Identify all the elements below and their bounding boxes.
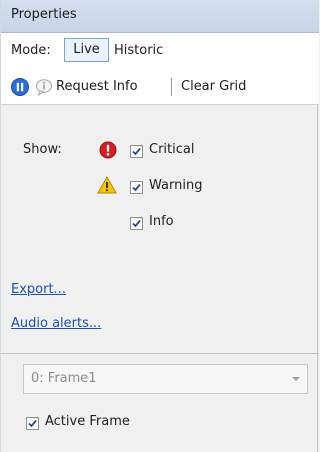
chevron-down-icon[interactable] <box>292 377 300 381</box>
mode-label: Mode: <box>11 43 51 58</box>
audio-alerts-link[interactable]: Audio alerts... <box>11 316 101 331</box>
section-divider <box>1 353 319 354</box>
warning-checkbox[interactable] <box>130 181 143 194</box>
info-label[interactable]: Info <box>149 214 174 229</box>
critical-checkbox[interactable] <box>130 145 143 158</box>
request-info-button[interactable]: Request Info <box>56 79 138 94</box>
active-frame-checkbox[interactable] <box>26 417 39 430</box>
info-checkbox[interactable] <box>130 217 143 230</box>
active-frame-label[interactable]: Active Frame <box>45 414 130 429</box>
critical-label[interactable]: Critical <box>149 142 194 157</box>
mode-historic-button[interactable]: Historic <box>114 43 163 58</box>
frame-dropdown[interactable]: 0: Frame1 <box>23 364 308 394</box>
info-bubble-icon[interactable] <box>35 78 53 97</box>
frame-dropdown-value: 0: Frame1 <box>31 371 97 386</box>
pause-icon[interactable] <box>11 78 29 96</box>
clear-grid-button[interactable]: Clear Grid <box>181 79 246 94</box>
properties-panel: Properties Mode: Live Historic Request I… <box>0 0 319 452</box>
toolbar-separator <box>171 78 172 96</box>
mode-bar: Mode: Live Historic <box>1 33 319 69</box>
critical-error-icon <box>99 141 117 159</box>
toolbar: Request Info Clear Grid <box>1 69 319 105</box>
warning-label[interactable]: Warning <box>149 178 202 193</box>
show-label: Show: <box>23 142 62 157</box>
panel-title: Properties <box>1 0 319 33</box>
mode-live-button[interactable]: Live <box>64 38 109 62</box>
warning-icon <box>97 175 117 194</box>
export-link[interactable]: Export... <box>11 282 66 297</box>
